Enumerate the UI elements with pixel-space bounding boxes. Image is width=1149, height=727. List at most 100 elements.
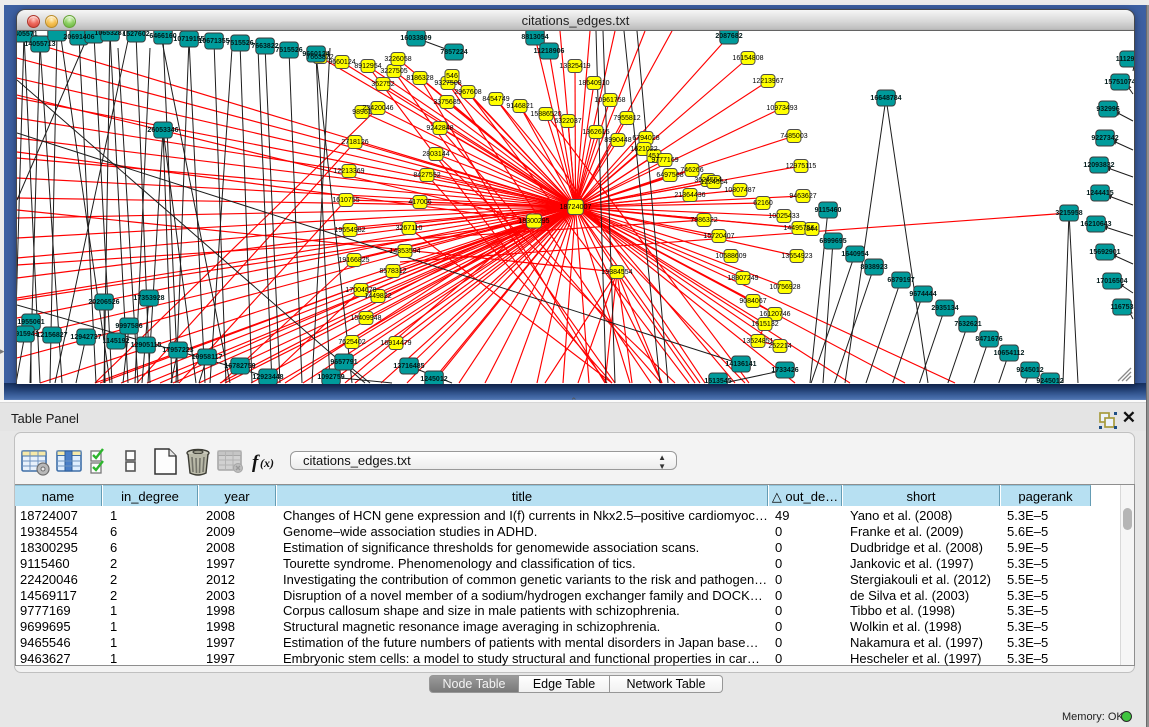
svg-text:746266: 746266 [680, 167, 703, 174]
svg-text:26053346: 26053346 [147, 127, 178, 134]
svg-text:3226058: 3226058 [384, 56, 411, 63]
svg-text:(x): (x) [260, 456, 274, 470]
svg-text:18724007: 18724007 [560, 202, 592, 211]
svg-text:17016504: 17016504 [1096, 278, 1127, 285]
svg-text:1449822: 1449822 [364, 293, 391, 300]
svg-text:19384554: 19384554 [601, 269, 632, 276]
svg-text:1610755: 1610755 [332, 197, 359, 204]
svg-text:16914479: 16914479 [380, 340, 411, 347]
svg-text:6794028: 6794028 [632, 135, 659, 142]
svg-text:8578312: 8578312 [379, 268, 406, 275]
svg-text:8813054: 8813054 [521, 34, 548, 41]
svg-text:1224554: 1224554 [700, 179, 727, 186]
svg-text:1145192: 1145192 [103, 338, 130, 345]
svg-text:6322037: 6322037 [554, 118, 581, 125]
svg-text:16154808: 16154808 [732, 55, 763, 62]
svg-text:18807249: 18807249 [727, 275, 758, 282]
svg-text:9146821: 9146821 [506, 103, 533, 110]
svg-text:844: 844 [806, 226, 818, 233]
svg-text:7955812: 7955812 [613, 115, 640, 122]
svg-text:10654112: 10654112 [994, 350, 1025, 357]
svg-text:15751074: 15751074 [1104, 79, 1134, 86]
svg-text:9660124: 9660124 [328, 59, 355, 66]
svg-text:10958117: 10958117 [192, 354, 223, 361]
svg-text:116753: 116753 [1111, 304, 1134, 311]
svg-text:1955061: 1955061 [17, 319, 44, 326]
svg-text:10973493: 10973493 [766, 105, 797, 112]
svg-text:9463627: 9463627 [789, 193, 816, 200]
svg-text:13716485: 13716485 [393, 363, 424, 370]
svg-text:9660124: 9660124 [302, 51, 329, 58]
svg-text:9657791: 9657791 [330, 359, 357, 366]
svg-text:9115460: 9115460 [815, 207, 842, 214]
svg-text:7515526: 7515526 [226, 40, 253, 47]
svg-text:17957223: 17957223 [162, 347, 193, 354]
svg-text:932996: 932996 [1096, 106, 1119, 113]
svg-text:8938923: 8938923 [860, 264, 887, 271]
svg-text:11218906: 11218906 [534, 48, 565, 55]
svg-text:f: f [252, 452, 260, 473]
svg-text:1362615: 1362615 [582, 129, 609, 136]
svg-text:12923448: 12923448 [252, 374, 283, 381]
svg-text:1513545: 1513545 [704, 378, 731, 384]
svg-text:1244415: 1244415 [1086, 190, 1113, 197]
svg-text:12942737: 12942737 [70, 334, 101, 341]
svg-text:1621022: 1621022 [630, 146, 657, 153]
svg-text:7986322: 7986322 [690, 217, 717, 224]
svg-text:3375685: 3375685 [433, 99, 460, 106]
svg-text:8427552: 8427552 [413, 172, 440, 179]
svg-text:14055713: 14055713 [24, 41, 55, 48]
svg-text:362752: 362752 [371, 81, 394, 88]
svg-text:1640954: 1640954 [841, 251, 868, 258]
svg-text:15886520: 15886520 [530, 111, 561, 118]
svg-text:10807487: 10807487 [724, 187, 755, 194]
svg-text:10688609: 10688609 [715, 253, 746, 260]
svg-text:8912954: 8912954 [354, 63, 381, 70]
svg-text:9327508: 9327508 [434, 80, 461, 87]
svg-text:9242848: 9242848 [426, 125, 453, 132]
svg-text:417006: 417006 [408, 199, 431, 206]
svg-text:3215958: 3215958 [1055, 210, 1082, 217]
svg-text:12213967: 12213967 [752, 78, 783, 85]
svg-text:8471676: 8471676 [975, 336, 1002, 343]
svg-text:12975115: 12975115 [786, 163, 817, 170]
svg-text:2087682: 2087682 [715, 33, 742, 40]
svg-text:12093832: 12093832 [1083, 162, 1114, 169]
svg-text:9227342: 9227342 [1091, 135, 1118, 142]
svg-text:15692901: 15692901 [1089, 249, 1120, 256]
svg-text:12213369: 12213369 [333, 168, 364, 175]
svg-text:2967608: 2967608 [454, 89, 481, 96]
svg-text:3227505: 3227505 [380, 68, 407, 75]
svg-text:17353928: 17353928 [133, 295, 164, 302]
svg-text:7632621: 7632621 [954, 321, 981, 328]
svg-text:19654982: 19654982 [334, 227, 365, 234]
svg-text:6879197: 6879197 [887, 277, 914, 284]
svg-text:20206526: 20206526 [88, 299, 119, 306]
svg-text:20691406: 20691406 [63, 34, 94, 41]
svg-text:13654923: 13654923 [781, 253, 812, 260]
svg-text:9084067: 9084067 [739, 298, 766, 305]
svg-text:21364436: 21364436 [674, 192, 705, 199]
svg-text:10961758: 10961758 [594, 97, 625, 104]
svg-text:2935134: 2935134 [931, 305, 958, 312]
svg-text:13325419: 13325419 [559, 63, 590, 70]
svg-text:15409948: 15409948 [350, 315, 381, 322]
svg-text:8186328: 8186328 [406, 75, 433, 82]
svg-text:9245012: 9245012 [1036, 378, 1063, 384]
svg-text:10025433: 10025433 [768, 213, 799, 220]
svg-text:9245012: 9245012 [1016, 367, 1043, 374]
svg-text:14353594: 14353594 [389, 248, 420, 255]
svg-text:7857224: 7857224 [440, 49, 467, 56]
svg-text:9674444: 9674444 [909, 291, 936, 298]
svg-text:546: 546 [446, 73, 458, 80]
svg-text:15720407: 15720407 [703, 233, 734, 240]
svg-text:1615132: 1615132 [751, 321, 778, 328]
svg-text:14136141: 14136141 [725, 361, 756, 368]
svg-text:7515526: 7515526 [275, 47, 302, 54]
svg-text:16648784: 16648784 [870, 95, 901, 102]
svg-text:62160: 62160 [753, 200, 773, 207]
svg-text:2803144: 2803144 [422, 151, 449, 158]
svg-text:98961: 98961 [352, 109, 372, 116]
svg-text:7625402: 7625402 [338, 339, 365, 346]
svg-text:1527602: 1527602 [122, 31, 149, 38]
